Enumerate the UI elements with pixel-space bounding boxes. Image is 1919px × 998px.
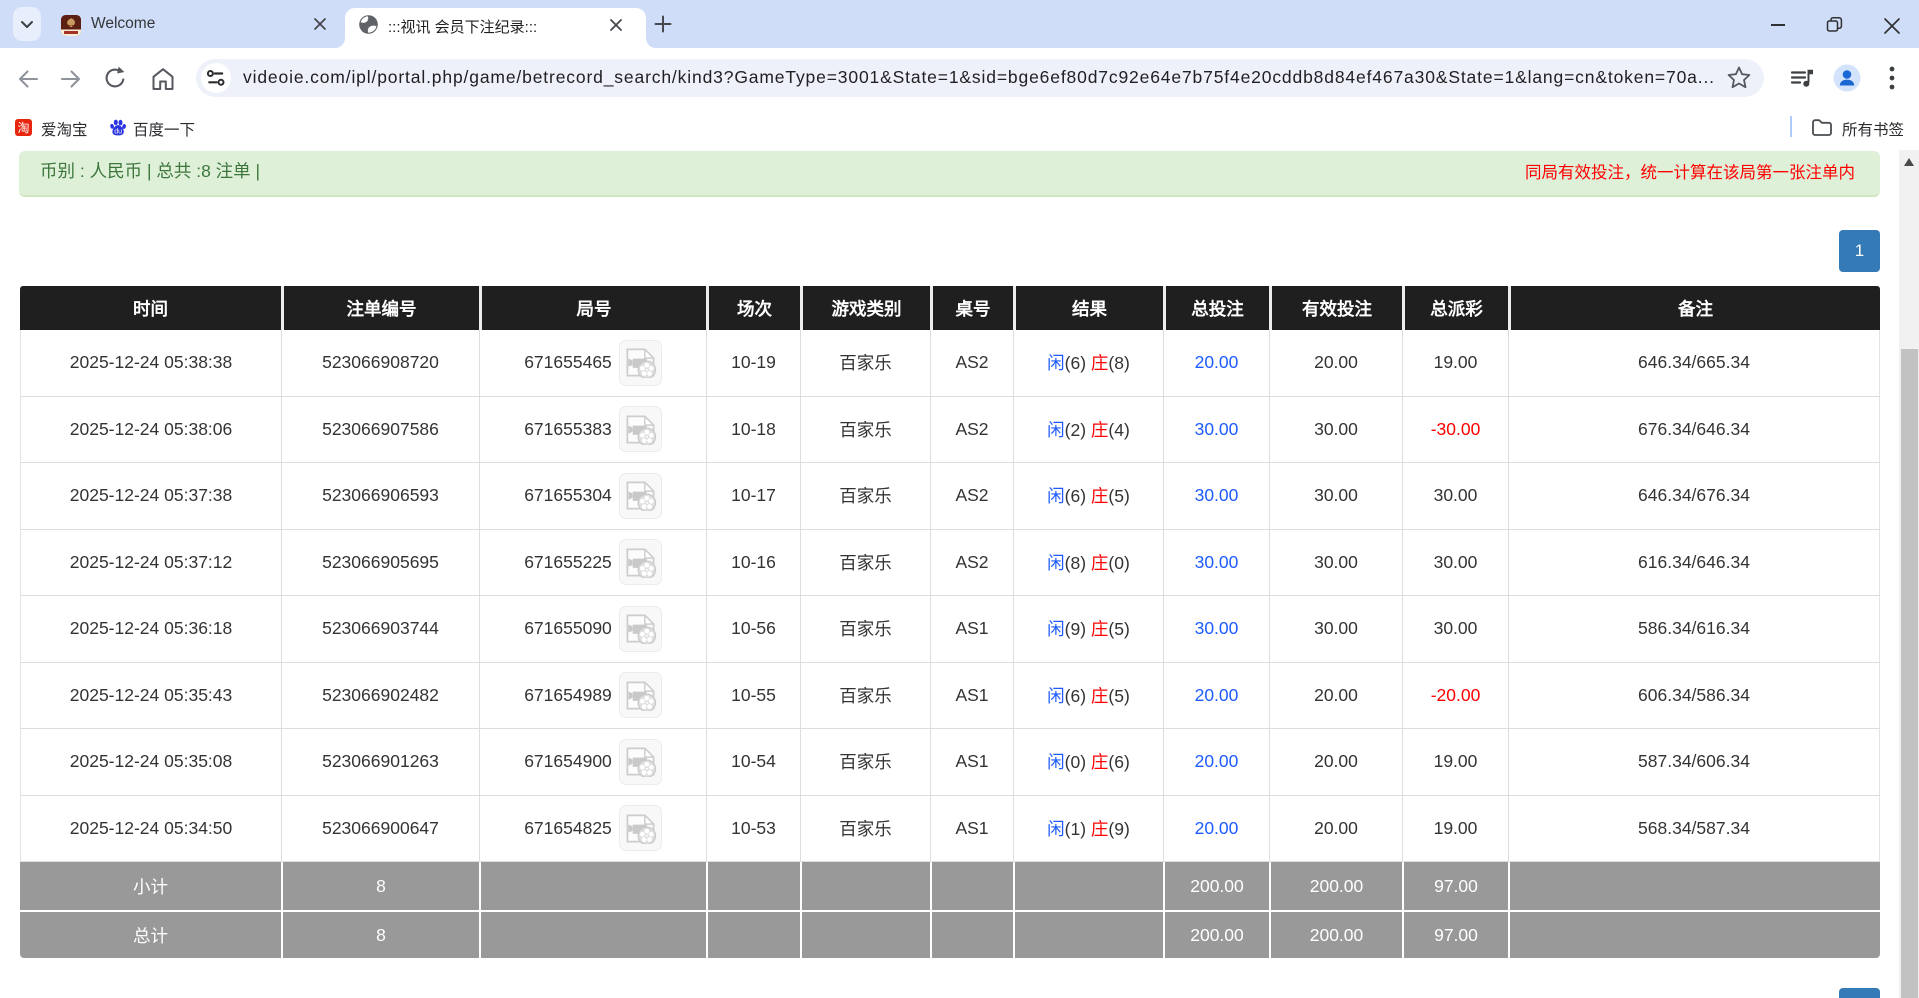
svg-text:du: du: [114, 129, 122, 136]
svg-text:淘: 淘: [17, 121, 29, 135]
